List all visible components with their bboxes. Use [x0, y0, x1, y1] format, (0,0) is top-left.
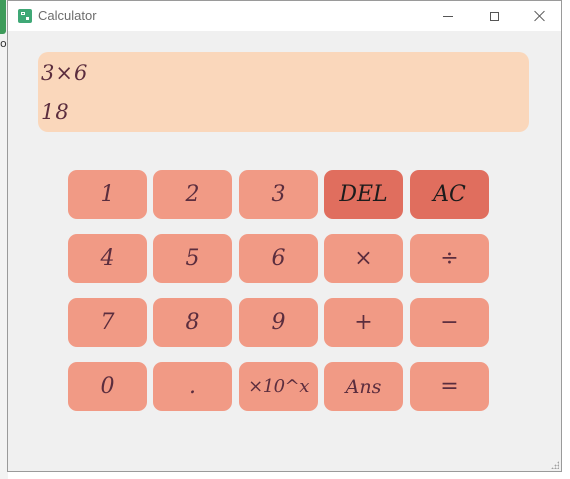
divide-button[interactable]: ÷ [410, 234, 489, 283]
window-title: Calculator [38, 8, 97, 23]
multiply-button[interactable]: × [324, 234, 403, 283]
calculator-display: 3×6 18 [38, 52, 529, 132]
digit-8-button[interactable]: 8 [153, 298, 232, 347]
digit-5-button[interactable]: 5 [153, 234, 232, 283]
close-icon [534, 10, 546, 22]
result-text: 18 [41, 100, 70, 124]
calculator-icon [18, 9, 32, 23]
exponent-button[interactable]: ×10^x [239, 362, 318, 411]
delete-button[interactable]: DEL [324, 170, 403, 219]
expression-text: 3×6 [41, 61, 89, 85]
decimal-point-button[interactable]: . [153, 362, 232, 411]
title-bar[interactable]: Calculator [8, 1, 561, 31]
maximize-icon [489, 11, 499, 21]
answer-button[interactable]: Ans [324, 362, 403, 411]
close-button[interactable] [517, 1, 563, 31]
digit-2-button[interactable]: 2 [153, 170, 232, 219]
digit-1-button[interactable]: 1 [68, 170, 147, 219]
digit-7-button[interactable]: 7 [68, 298, 147, 347]
digit-3-button[interactable]: 3 [239, 170, 318, 219]
plus-button[interactable]: + [324, 298, 403, 347]
digit-6-button[interactable]: 6 [239, 234, 318, 283]
maximize-button[interactable] [471, 1, 517, 31]
minimize-button[interactable] [425, 1, 471, 31]
calculator-window: Calculator 3×6 18 1 2 3 DEL AC 4 5 6 × ÷… [7, 0, 562, 472]
digit-9-button[interactable]: 9 [239, 298, 318, 347]
minus-button[interactable]: − [410, 298, 489, 347]
desktop-app-icon[interactable] [0, 0, 6, 34]
digit-0-button[interactable]: 0 [68, 362, 147, 411]
keypad: 1 2 3 DEL AC 4 5 6 × ÷ 7 8 9 + − 0 . ×10… [68, 170, 489, 411]
resize-grip-icon[interactable] [551, 461, 559, 469]
minimize-icon [443, 15, 453, 17]
digit-4-button[interactable]: 4 [68, 234, 147, 283]
equals-button[interactable]: = [410, 362, 489, 411]
all-clear-button[interactable]: AC [410, 170, 489, 219]
